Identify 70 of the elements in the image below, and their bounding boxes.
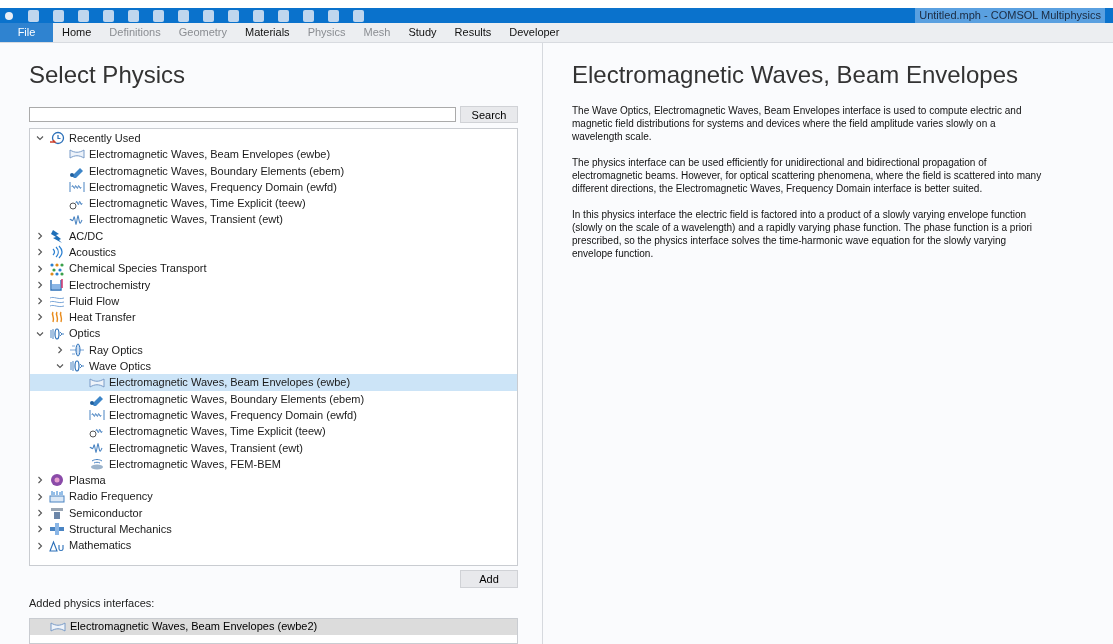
- tree-item[interactable]: Ray Optics: [30, 341, 517, 359]
- window-title: Untitled.mph - COMSOL Multiphysics: [915, 8, 1105, 23]
- search-field[interactable]: [29, 107, 456, 122]
- delta-u-icon: [49, 538, 65, 553]
- lens-wave-icon: [69, 359, 85, 374]
- chip-icon: [49, 505, 65, 520]
- beam-icon: [69, 147, 85, 162]
- beaker-icon: [49, 277, 65, 292]
- description-paragraph: The Wave Optics, Electromagnetic Waves, Beam Envelopes interface is used to compute electric and magnetic field distributions for systems and devices where the field amplitude varies slowly on a wavelength scale.: [572, 104, 1023, 143]
- beam-structure-icon: [49, 522, 65, 537]
- tree-item[interactable]: Electromagnetic Waves, Boundary Elements (ebem): [30, 162, 517, 179]
- flow-lines-icon: [49, 294, 65, 309]
- tree-item[interactable]: Chemical Species Transport: [30, 260, 517, 277]
- tree-item[interactable]: Electromagnetic Waves, Time Explicit (teew): [30, 195, 517, 212]
- ribbon-tab[interactable]: Developer: [500, 23, 569, 42]
- panel-heading: Select Physics: [29, 60, 187, 90]
- chevron-down-icon[interactable]: [56, 362, 64, 371]
- tree-item[interactable]: Acoustics: [30, 244, 517, 261]
- add-button[interactable]: Add: [460, 570, 518, 588]
- tree-item[interactable]: Electromagnetic Waves, Transient (ewt): [30, 211, 517, 228]
- tree-item[interactable]: Plasma: [30, 472, 517, 489]
- tree-item[interactable]: Electromagnetic Waves, Beam Envelopes (ewbe): [30, 374, 517, 391]
- ribbon-tab[interactable]: Results: [445, 23, 501, 42]
- tree-item[interactable]: Electromagnetic Waves, Frequency Domain (ewfd): [30, 407, 517, 424]
- wave-icon: [89, 440, 105, 455]
- tree-item[interactable]: Heat Transfer: [30, 309, 517, 326]
- lens-icon: [69, 343, 85, 357]
- beam-icon: [50, 619, 66, 634]
- heat-icon: [49, 310, 65, 325]
- description-paragraph: The physics interface can be used efficiently for unidirectional and bidirectional propagation of electromagnetic beams. However, for optical scattering phenomena, where the field is scattered into many different directions, the Electromagnetic Waves, Frequency Domain interface is better suited.: [572, 156, 1042, 195]
- tree-item[interactable]: Structural Mechanics: [30, 521, 517, 538]
- ribbon-tab[interactable]: Home: [53, 23, 101, 42]
- tree-item[interactable]: Electromagnetic Waves, Beam Envelopes (ewbe): [30, 146, 517, 163]
- tree-item[interactable]: Electromagnetic Waves, Boundary Elements (ebem): [30, 390, 517, 408]
- tree-item[interactable]: Electromagnetic Waves, Frequency Domain (ewfd): [30, 178, 517, 196]
- clock-icon: [49, 131, 65, 146]
- antenna-board-icon: [49, 489, 65, 504]
- lens-wave-icon: [49, 326, 65, 341]
- tree-item[interactable]: Wave Optics: [30, 358, 517, 375]
- tree-item[interactable]: Optics: [30, 325, 517, 342]
- description-paragraph: In this physics interface the electric field is factored into a product of a slowly varying envelope function (slowly on the scale of a wavelength) and a rapidly varying phase function. The phase function is a priori prescribed, so the physics interface solves the time-harmonic wave equation for the slowly varying envelope function.: [572, 208, 1034, 260]
- tree-item[interactable]: Electrochemistry: [30, 276, 517, 293]
- tree-item[interactable]: Electromagnetic Waves, Time Explicit (teew): [30, 423, 517, 440]
- plasma-ball-icon: [49, 473, 65, 488]
- ribbon-tab[interactable]: Materials: [236, 23, 299, 42]
- chevron-down-icon[interactable]: [36, 134, 44, 143]
- app-icon[interactable]: [4, 10, 14, 21]
- wave-icon: [89, 408, 105, 423]
- ribbon-tab[interactable]: Study: [399, 23, 446, 42]
- wave-icon: [69, 212, 85, 227]
- tree-item[interactable]: Mathematics: [30, 537, 517, 554]
- dish-icon: [89, 457, 105, 472]
- tree-item[interactable]: Radio Frequency: [30, 488, 517, 505]
- dots-icon: [49, 261, 65, 276]
- tree-item[interactable]: Recently Used: [30, 130, 517, 147]
- search-button[interactable]: Search: [460, 106, 518, 123]
- tree-item[interactable]: Semiconductor: [30, 504, 517, 522]
- wave-icon: [69, 180, 85, 195]
- tree-item[interactable]: Electromagnetic Waves, FEM-BEM: [30, 455, 517, 473]
- beam-icon: [89, 375, 105, 390]
- tree-item[interactable]: Electromagnetic Waves, Transient (ewt): [30, 439, 517, 456]
- list-item[interactable]: Electromagnetic Waves, Beam Envelopes (ewbe2): [30, 618, 517, 635]
- chevron-down-icon[interactable]: [36, 329, 44, 338]
- tree-item[interactable]: Fluid Flow: [30, 292, 517, 310]
- chevron-right-icon[interactable]: [56, 346, 64, 354]
- section-label: Added physics interfaces:: [29, 596, 156, 611]
- lightning-icon: [49, 228, 65, 243]
- ribbon-tab[interactable]: File: [0, 23, 53, 42]
- description-title: Electromagnetic Waves, Beam Envelopes: [572, 60, 1019, 90]
- tree-item[interactable]: AC/DC: [30, 227, 517, 245]
